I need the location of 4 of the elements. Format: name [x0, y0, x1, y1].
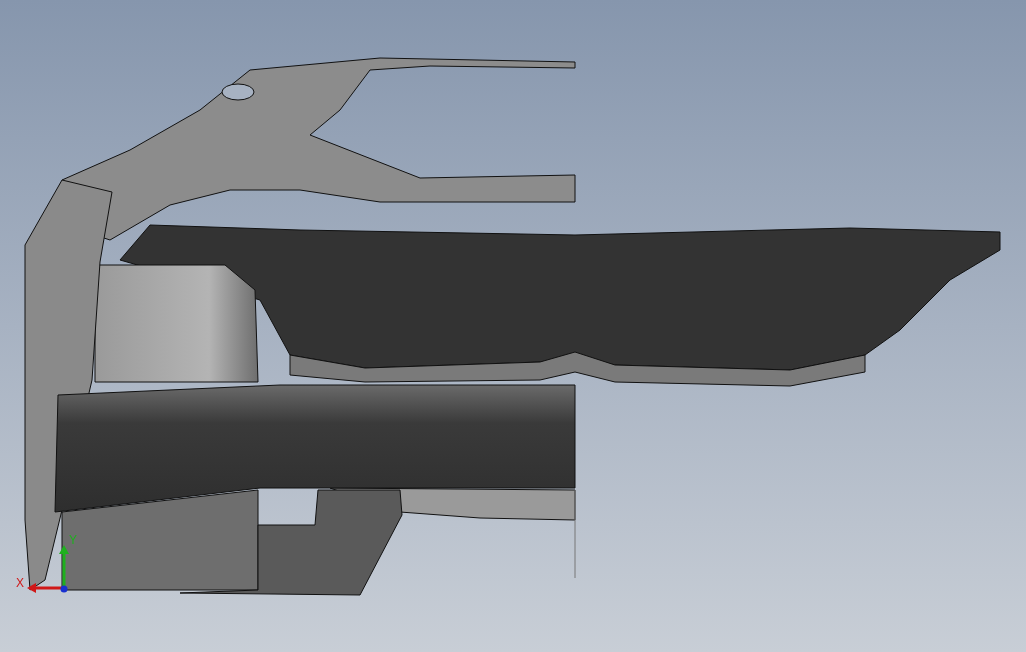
- x-axis-label: X: [16, 577, 24, 589]
- cad-viewport[interactable]: X Y: [0, 0, 1026, 652]
- coordinate-triad-icon: [26, 544, 72, 596]
- y-axis-label: Y: [69, 534, 77, 546]
